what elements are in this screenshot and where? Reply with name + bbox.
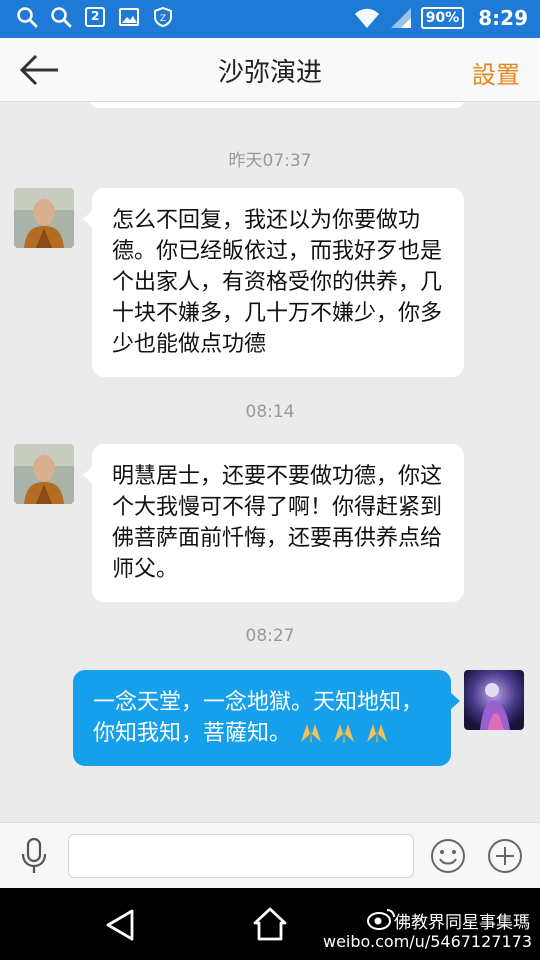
signal-icon xyxy=(389,6,413,30)
incoming-message-bubble: 怎么不回复，我还以为你要做功德。你已经皈依过，而我好歹也是个出家人，有资格受你的… xyxy=(83,188,464,377)
notification-count: 2 xyxy=(91,9,100,23)
smiley-icon[interactable] xyxy=(430,838,466,874)
wifi-icon xyxy=(353,6,381,30)
watermark-url: weibo.com/u/5467127173 xyxy=(322,932,532,951)
chat-title: 沙弥演进 xyxy=(217,58,322,88)
monk-avatar[interactable] xyxy=(14,188,74,248)
message-text: 明慧居士，还要不要做功德，你这个大我慢可不得了啊！你得赶紧到佛菩萨面前忏悔，还要… xyxy=(112,464,443,582)
search-icon xyxy=(16,6,38,28)
outgoing-message-bubble: 一念天堂，一念地獄。天知地知，你知我知，菩薩知。 xyxy=(73,670,460,766)
svg-text:Z: Z xyxy=(160,14,166,24)
status-bar: 2 Z 90% 8:29 xyxy=(0,0,540,38)
image-icon xyxy=(118,6,140,28)
plus-icon[interactable] xyxy=(487,838,523,874)
monk-avatar[interactable] xyxy=(14,444,74,504)
user-avatar[interactable] xyxy=(464,670,524,730)
praying-hands-icon xyxy=(331,720,357,744)
nav-home-icon[interactable] xyxy=(252,906,288,942)
praying-hands-icon xyxy=(298,720,324,744)
weibo-logo-icon xyxy=(366,906,396,930)
praying-hands-icon xyxy=(364,720,390,744)
incoming-message-bubble: 明慧居士，还要不要做功德，你这个大我慢可不得了啊！你得赶紧到佛菩萨面前忏悔，还要… xyxy=(83,444,464,602)
message-text: 怎么不回复，我还以为你要做功德。你已经皈依过，而我好歹也是个出家人，有资格受你的… xyxy=(112,208,443,357)
chat-area[interactable]: 昨天07:37 怎么不回复，我还以为你要做功德。你已经皈依过，而我好歹也是个出家… xyxy=(0,102,540,822)
previous-message-bubble xyxy=(90,102,464,108)
microphone-icon[interactable] xyxy=(18,837,50,875)
message-timestamp: 08:27 xyxy=(245,626,295,646)
settings-button[interactable]: 設置 xyxy=(472,55,520,90)
shield-icon: Z xyxy=(152,6,174,28)
system-nav-bar: 佛教界同星事集瑪 weibo.com/u/5467127173 xyxy=(0,888,540,960)
battery-indicator: 90% xyxy=(420,7,465,29)
nav-back-icon[interactable] xyxy=(104,908,136,942)
message-input-bar xyxy=(0,822,540,888)
search-icon xyxy=(50,6,72,28)
clock: 8:29 xyxy=(478,6,528,30)
message-timestamp: 08:14 xyxy=(245,402,295,422)
message-input[interactable] xyxy=(68,834,414,878)
message-timestamp: 昨天07:37 xyxy=(228,151,312,171)
notification-2-icon: 2 xyxy=(84,6,106,28)
watermark-brand: 佛教界同星事集瑪 xyxy=(394,913,530,933)
chat-header: 沙弥演进 設置 xyxy=(0,38,540,102)
